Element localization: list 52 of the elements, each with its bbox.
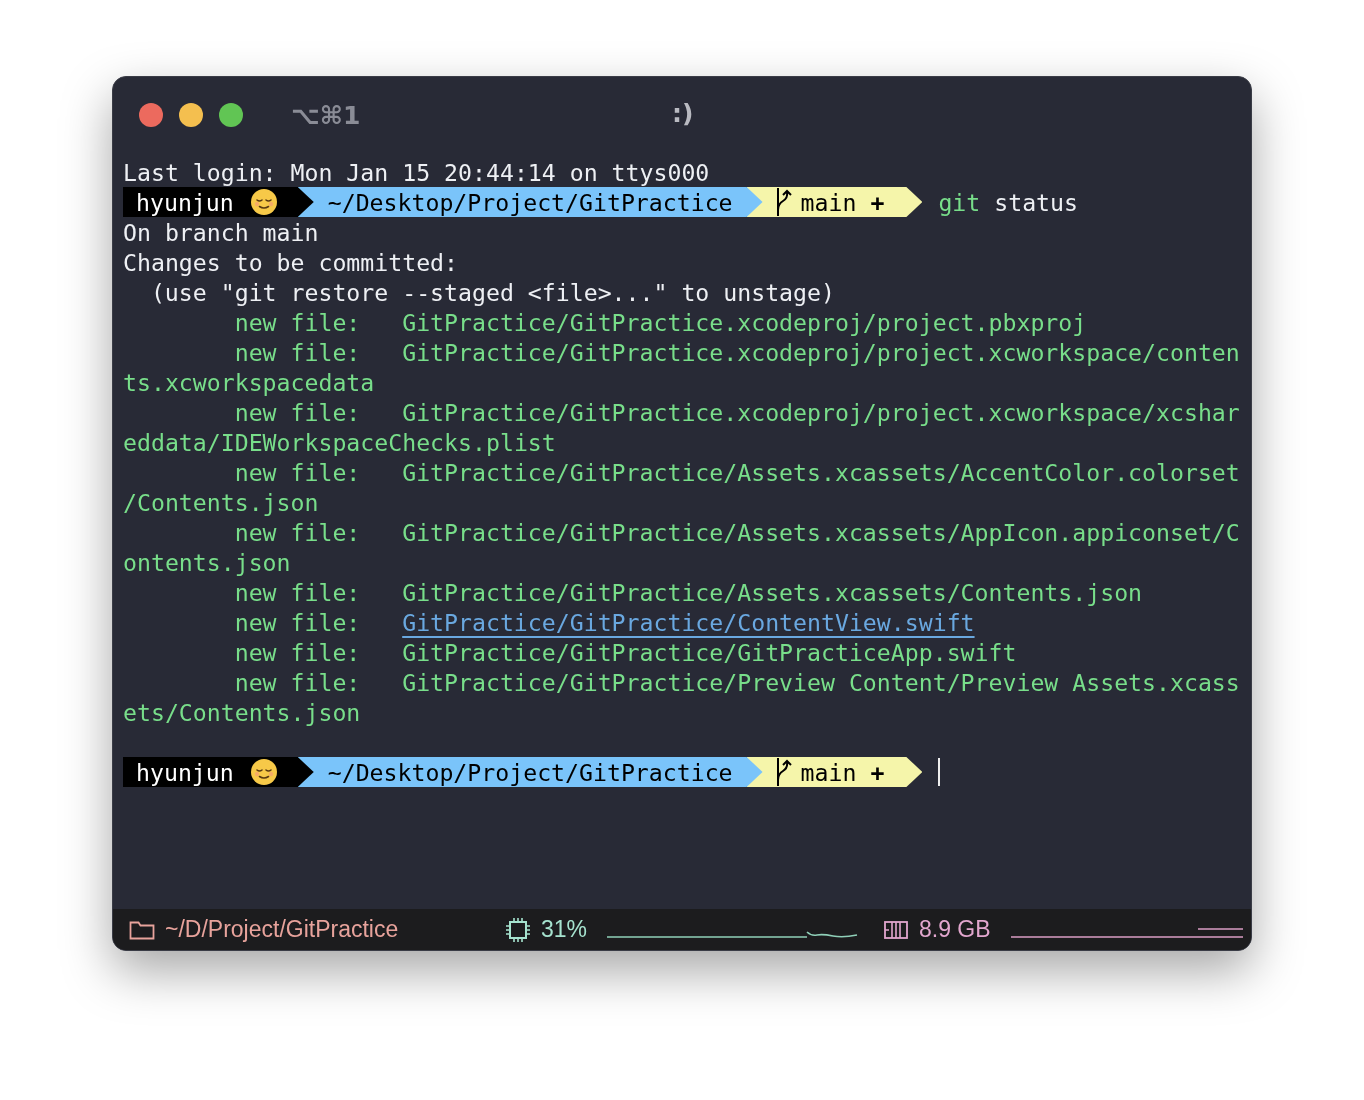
file-path: GitPractice/GitPractice/Assets.xcassets/Contents.json: [402, 578, 1143, 606]
file-link[interactable]: GitPractice/GitPractice/ContentView.swift: [402, 608, 975, 636]
file-path: GitPractice/GitPractice.xcodeproj/project.xcworkspace/conten: [402, 338, 1240, 366]
directory-path: ~/D/Project/GitPractice: [165, 916, 399, 943]
directory-path: ~/Desktop/Project/GitPractice: [327, 758, 733, 786]
chip-icon: [505, 916, 531, 943]
status-label: new file:: [234, 608, 362, 636]
cpu-usage: 31%: [541, 916, 588, 943]
status-label: new file:: [234, 638, 362, 666]
branch-name: main: [800, 758, 857, 786]
branch-name: main: [800, 188, 857, 216]
window-title: :): [672, 99, 694, 128]
username: hyunjun: [136, 758, 234, 786]
output-text: Last login: Mon Jan 15 20:44:14 on ttys000: [123, 158, 710, 186]
status-label: new file:: [234, 308, 362, 336]
branch-icon: [774, 758, 793, 786]
username: hyunjun: [136, 188, 234, 216]
file-path: /Contents.json: [123, 488, 319, 516]
output-text: Changes to be committed:: [123, 248, 459, 276]
file-path: GitPractice/GitPractice.xcodeproj/project.xcworkspace/xcshar: [402, 398, 1240, 426]
relieved-face-icon: [249, 188, 278, 216]
file-path: GitPractice/GitPractice.xcodeproj/project.pbxproj: [402, 308, 1087, 336]
file-path: GitPractice/GitPractice/Preview Content/Preview Assets.xcass: [402, 668, 1240, 696]
tab-shortcut: ⌥⌘1: [291, 100, 361, 130]
file-path: ontents.json: [123, 548, 291, 576]
minimize-button[interactable]: [179, 103, 203, 127]
folder-icon: [129, 919, 155, 940]
directory-path: ~/Desktop/Project/GitPractice: [327, 188, 733, 216]
staged-mark: +: [870, 758, 885, 786]
memory-icon: [883, 919, 909, 940]
file-path: GitPractice/GitPractice/Assets.xcassets/AppIcon.appiconset/C: [402, 518, 1240, 546]
status-label: new file:: [234, 338, 362, 366]
maximize-button[interactable]: [219, 103, 243, 127]
file-path: ets/Contents.json: [123, 698, 361, 726]
status-label: new file:: [234, 398, 362, 426]
output-text: On branch main: [123, 218, 319, 246]
memory-usage: 8.9 GB: [919, 916, 991, 943]
output-text: (use "git restore --staged <file>..." to unstage): [150, 278, 835, 306]
status-label: new file:: [234, 518, 362, 546]
branch-icon: [774, 188, 793, 216]
status-label: new file:: [234, 668, 362, 696]
file-path: GitPractice/GitPractice/Assets.xcassets/AccentColor.colorset: [402, 458, 1240, 486]
close-button[interactable]: [139, 103, 163, 127]
relieved-face-icon: [249, 758, 278, 786]
command-name: git: [938, 188, 981, 216]
file-path: eddata/IDEWorkspaceChecks.plist: [123, 428, 556, 456]
command-argument: status: [994, 188, 1078, 216]
file-path: ts.xcworkspacedata: [123, 368, 375, 396]
status-label: new file:: [234, 458, 362, 486]
status-label: new file:: [234, 578, 362, 606]
staged-mark: +: [870, 188, 885, 216]
file-path: GitPractice/GitPractice/GitPracticeApp.swift: [402, 638, 1017, 666]
